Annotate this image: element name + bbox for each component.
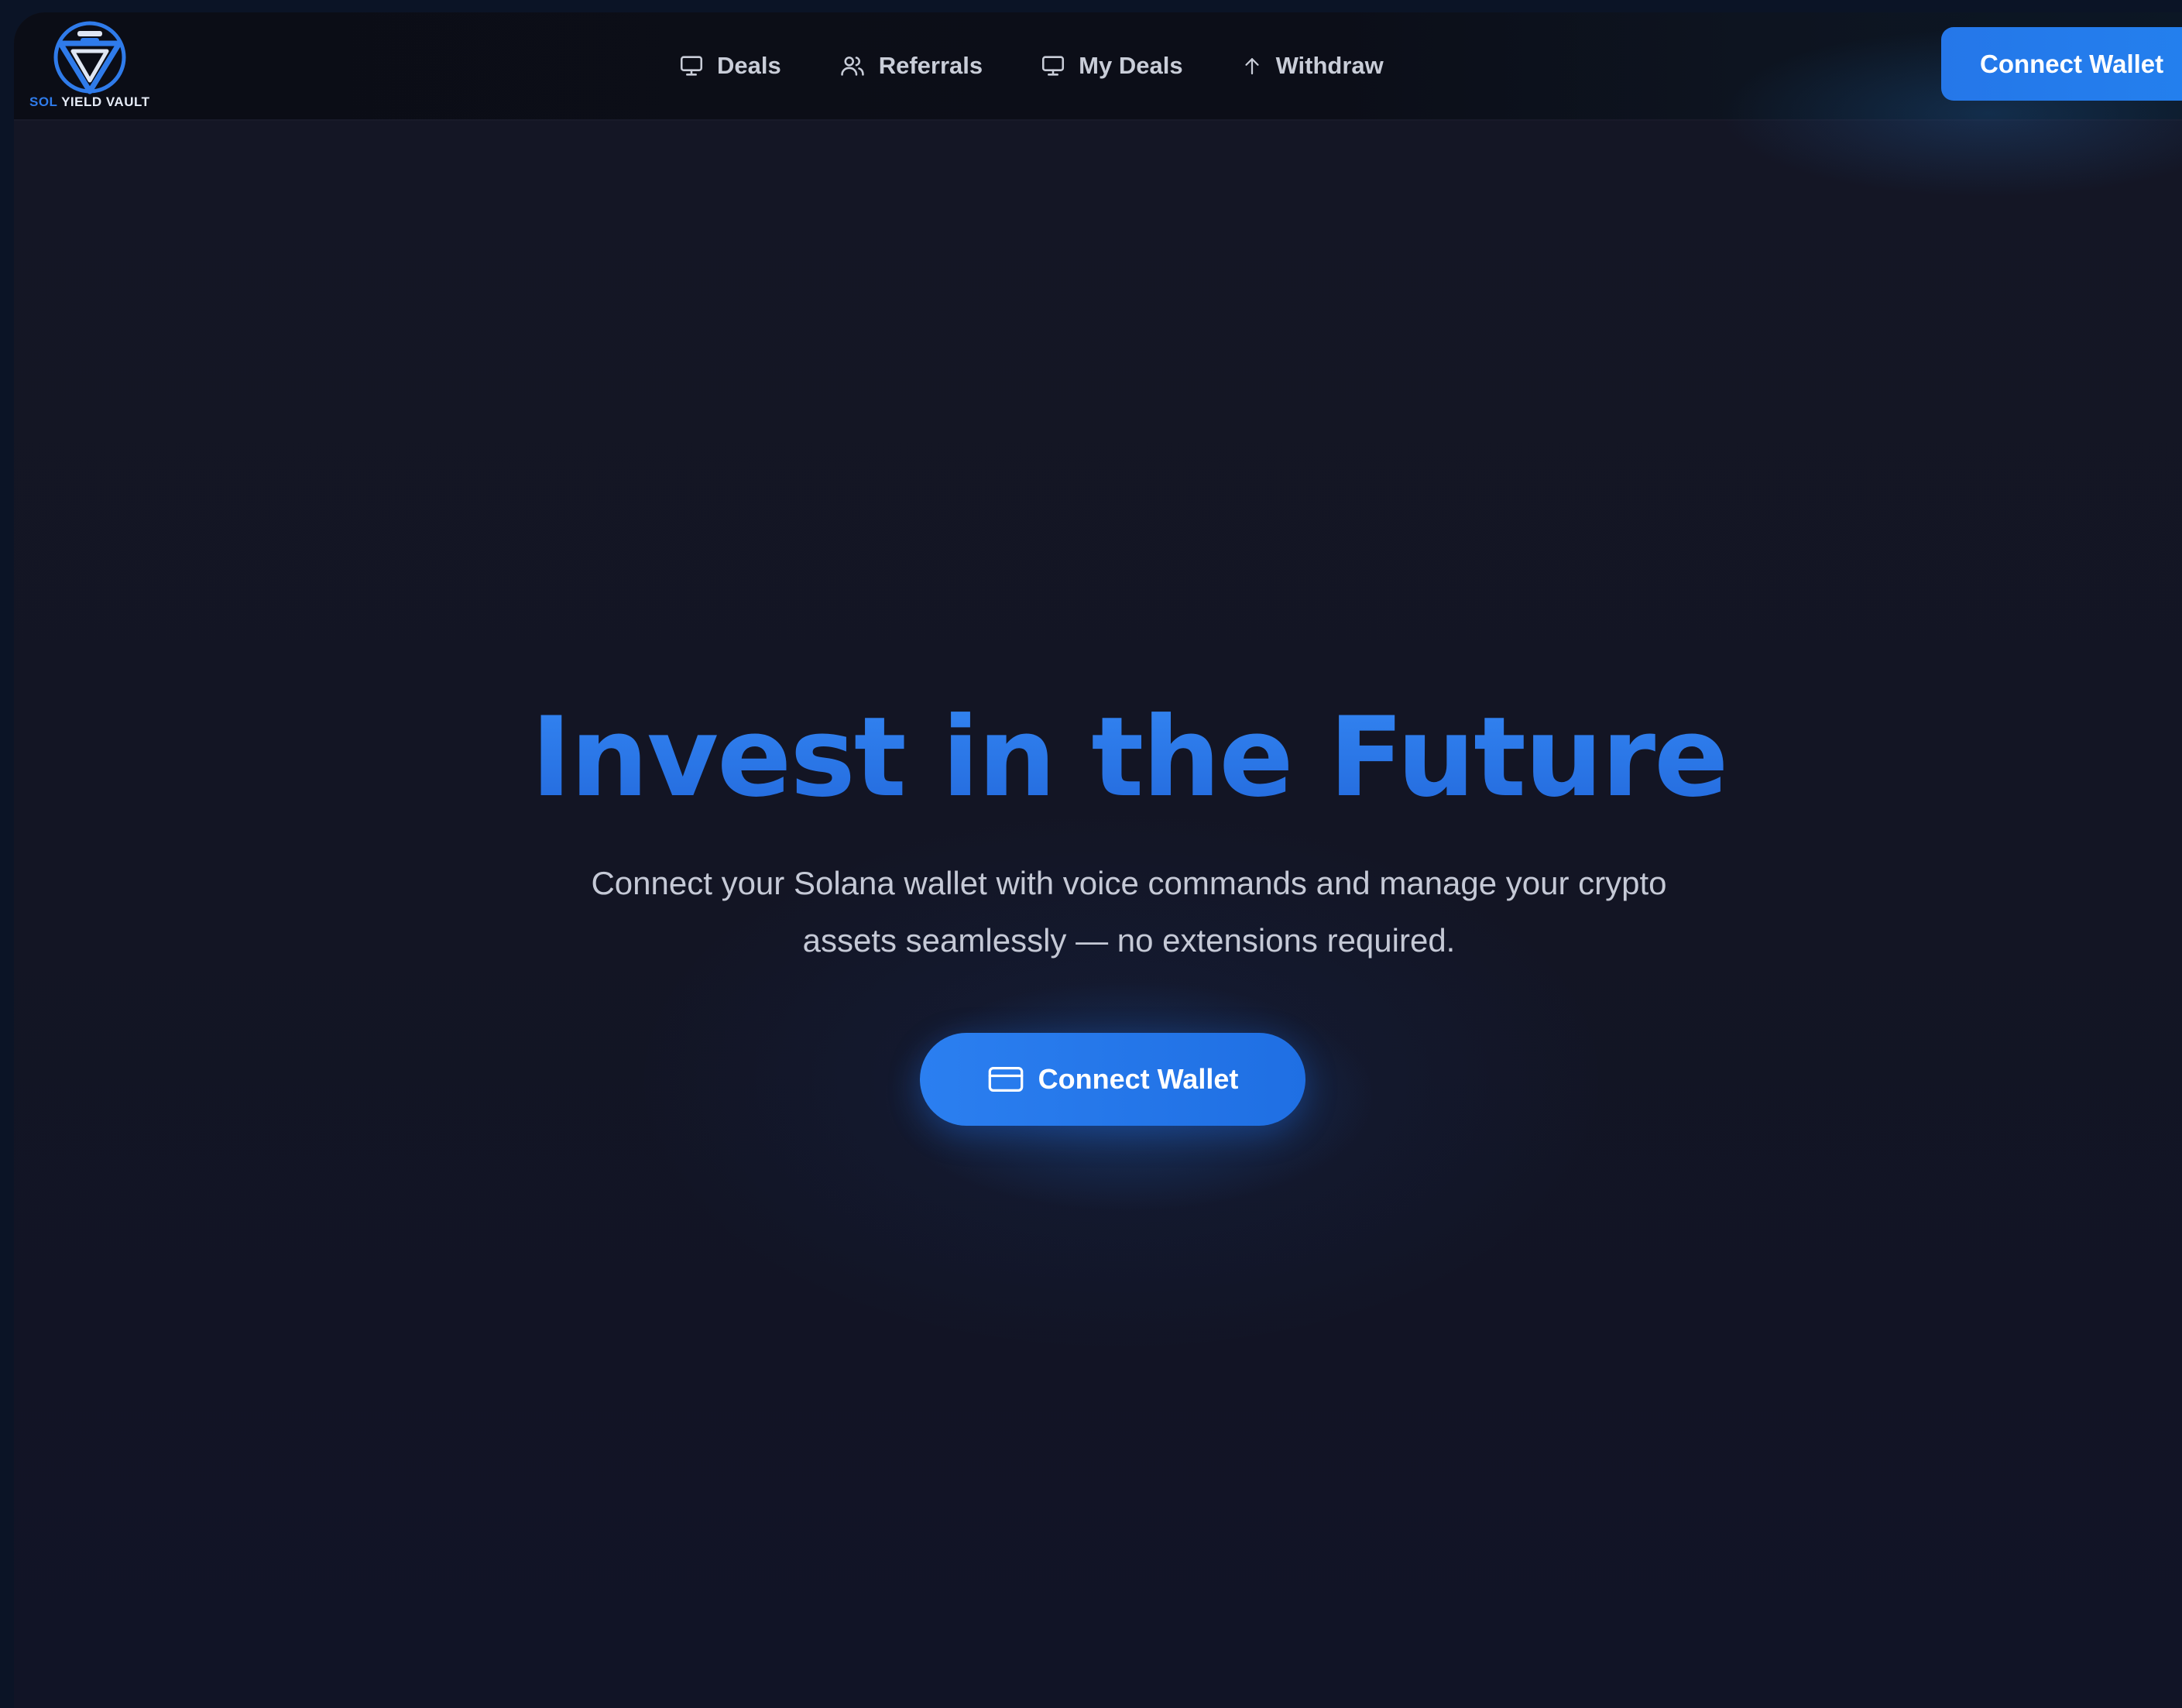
logo-wordmark: SOL YIELD VAULT — [29, 94, 150, 110]
top-navbar: SOL YIELD VAULT Deals Referrals My Deals… — [14, 12, 2182, 198]
nav-item-referrals-label: Referrals — [878, 52, 983, 79]
app-window: SOL YIELD VAULT Deals Referrals My Deals… — [14, 12, 2182, 1708]
nav-item-withdraw[interactable]: Withdraw — [1240, 52, 1384, 80]
nav-item-my-deals-label: My Deals — [1079, 52, 1183, 79]
nav-item-deals[interactable]: Deals — [678, 52, 781, 80]
connect-wallet-button[interactable]: Connect Wallet — [920, 1033, 1305, 1126]
credit-card-icon — [988, 1066, 1023, 1092]
users-icon — [841, 57, 864, 76]
vault-shield-logo-icon — [53, 21, 126, 94]
nav-item-my-deals[interactable]: My Deals — [1040, 52, 1183, 80]
hero-subtitle-line-2: assets seamlessly — no extensions requir… — [802, 922, 1456, 959]
hero-subtitle: Connect your Solana wallet with voice co… — [540, 855, 1717, 969]
nav-item-deals-label: Deals — [717, 52, 781, 79]
monitor-icon — [680, 56, 703, 76]
main-nav: Deals Referrals My Deals Withdraw — [678, 12, 1441, 119]
connect-wallet-nav-button[interactable]: Connect Wallet — [1941, 27, 2182, 101]
connect-wallet-button-label: Connect Wallet — [1038, 1063, 1239, 1095]
nav-item-withdraw-label: Withdraw — [1275, 52, 1384, 79]
logo[interactable]: SOL YIELD VAULT — [20, 17, 160, 118]
logo-wordmark-rest: YIELD VAULT — [61, 94, 150, 109]
hero-title: Invest in the Future — [14, 694, 2182, 821]
logo-wordmark-sol: SOL — [29, 94, 58, 109]
nav-item-referrals[interactable]: Referrals — [839, 52, 983, 80]
monitor-icon — [1042, 56, 1065, 76]
hero-subtitle-line-1: Connect your Solana wallet with voice co… — [591, 865, 1667, 901]
arrow-up-icon — [1244, 58, 1259, 75]
